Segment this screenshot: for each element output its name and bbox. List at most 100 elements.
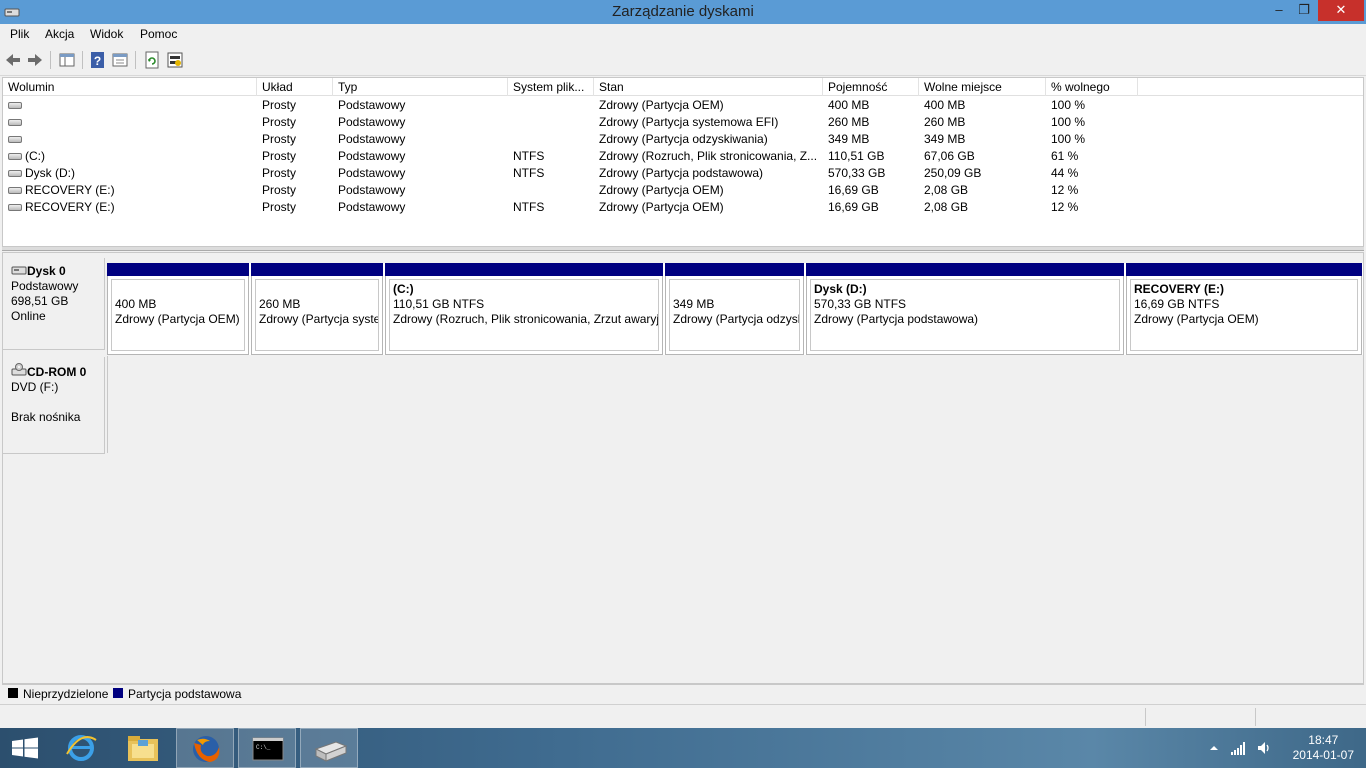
volume-speaker-icon[interactable] [1256,740,1272,756]
taskbar: C:\_ 18:47 2014-01-07 [0,728,1366,768]
internet-explorer-button[interactable] [52,728,110,768]
cell-uklad-text: Prosty [262,149,297,163]
column-header-typ[interactable]: Typ [333,78,508,96]
properties-icon[interactable] [111,51,129,69]
file-explorer-button[interactable] [114,728,172,768]
partition-status: Zdrowy (Partycja odzysk [673,312,800,326]
volume-drive-icon [8,119,22,127]
disk-0-size: 698,51 GB [11,294,69,308]
cell-wolumin: RECOVERY (E:) [3,182,257,199]
cell-stan: Zdrowy (Partycja odzyskiwania) [594,131,823,148]
clock[interactable]: 18:47 2014-01-07 [1293,733,1354,763]
cell-stan-text: Zdrowy (Partycja OEM) [599,98,724,112]
column-header-pojemnosc[interactable]: Pojemność [823,78,919,96]
column-header-uklad[interactable]: Układ [257,78,333,96]
table-row[interactable]: Prosty Podstawowy Zdrowy (Partycja odzyski… [3,131,1363,148]
cell-wolumin [3,131,257,148]
forward-arrow-icon[interactable] [26,51,44,69]
column-header-system-plikow[interactable]: System plik... [508,78,594,96]
partition-recovery-hidden[interactable]: 349 MB Zdrowy (Partycja odzysk [665,263,804,355]
start-icon [12,737,38,759]
minimize-button[interactable]: – [1265,0,1293,21]
table-row[interactable]: Prosty Podstawowy Zdrowy (Partycja OEM) 400… [3,97,1363,114]
network-signal-icon[interactable] [1230,740,1248,756]
cell-pojemnosc: 110,51 GB [823,148,919,165]
show-hidden-icons-icon[interactable] [1209,743,1219,753]
cell-wolne-miejsce: 349 MB [919,131,1046,148]
column-header-wolumin[interactable]: Wolumin [3,78,257,96]
rescan-disks-icon[interactable] [166,51,184,69]
cell-pojemnosc-text: 400 MB [828,98,870,112]
table-row[interactable]: Prosty Podstawowy Zdrowy (Partycja systemo… [3,114,1363,131]
menu-widok[interactable]: Widok [90,27,123,41]
cell-typ-text: Podstawowy [338,98,406,112]
cdrom-0-label[interactable]: CD-ROM 0 DVD (F:) Brak nośnika [3,357,105,454]
column-header-stan[interactable]: Stan [594,78,823,96]
table-row[interactable]: Dysk (D:) Prosty Podstawowy NTFS Zdrowy (Par… [3,165,1363,182]
column-header-wolne-miejsce[interactable]: Wolne miejsce [919,78,1046,96]
firefox-button[interactable] [176,728,234,768]
table-row[interactable]: RECOVERY (E:) Prosty Podstawowy NTFS Zdrowy … [3,199,1363,216]
refresh-icon[interactable] [143,51,161,69]
cell-procent-wolnego: 12 % [1046,182,1138,199]
cell-system-plikow-text: NTFS [513,166,545,180]
disk-0-name: Dysk 0 [27,264,66,278]
cell-system-plikow-text: NTFS [513,149,545,163]
help-icon[interactable]: ? [89,51,107,69]
table-row[interactable]: (C:) Prosty Podstawowy NTFS Zdrowy (Rozruch,… [3,148,1363,165]
cell-stan: Zdrowy (Partycja podstawowa) [594,165,823,182]
back-arrow-icon[interactable] [4,51,22,69]
cell-system-plikow [508,182,594,199]
start-button[interactable] [0,728,58,768]
console-tree-icon[interactable] [58,51,76,69]
cell-typ: Podstawowy [333,199,508,216]
partition-e[interactable]: RECOVERY (E:) 16,69 GB NTFS Zdrowy (Part… [1126,263,1362,355]
menu-plik[interactable]: Plik [10,27,29,41]
disk-management-icon [314,741,348,762]
cell-system-plikow: NTFS [508,199,594,216]
partition-c[interactable]: (C:) 110,51 GB NTFS Zdrowy (Rozruch, Pli… [385,263,663,355]
volume-list: Wolumin Układ Typ System plik... Stan Po… [2,77,1364,247]
title-bar: Zarządzanie dyskami – ❐ ✕ [0,0,1366,24]
cell-typ-text: Podstawowy [338,149,406,163]
table-row[interactable]: RECOVERY (E:) Prosty Podstawowy Zdrowy (Par… [3,182,1363,199]
close-button[interactable]: ✕ [1318,0,1364,21]
volume-list-header: Wolumin Układ Typ System plik... Stan Po… [3,78,1363,96]
cdrom-0-name: CD-ROM 0 [27,365,87,379]
disk-0-partitions: 400 MB Zdrowy (Partycja OEM) 260 MB Zdro… [107,263,1363,355]
partition-efi[interactable]: 260 MB Zdrowy (Partycja syste [251,263,383,355]
cell-stan-text: Zdrowy (Rozruch, Plik stronicowania, Z..… [599,149,818,163]
cell-stan: Zdrowy (Partycja OEM) [594,199,823,216]
pane-splitter[interactable] [2,247,1364,251]
command-prompt-button[interactable]: C:\_ [238,728,296,768]
cell-system-plikow [508,97,594,114]
cell-pojemnosc: 16,69 GB [823,199,919,216]
partition-oem-1[interactable]: 400 MB Zdrowy (Partycja OEM) [107,263,249,355]
svg-text:?: ? [94,54,101,68]
partition-bar [385,263,663,276]
cell-stan: Zdrowy (Rozruch, Plik stronicowania, Z..… [594,148,823,165]
column-header-procent-wolnego[interactable]: % wolnego [1046,78,1138,96]
menu-bar: Plik Akcja Widok Pomoc [0,24,1366,46]
cell-wolumin-text: Dysk (D:) [25,166,75,180]
cell-procent-wolnego-text: 12 % [1051,183,1079,197]
menu-pomoc[interactable]: Pomoc [140,27,177,41]
cell-uklad: Prosty [257,148,333,165]
cell-procent-wolnego: 44 % [1046,165,1138,182]
partition-size: 16,69 GB NTFS [1134,297,1220,311]
cell-pojemnosc: 400 MB [823,97,919,114]
partition-d[interactable]: Dysk (D:) 570,33 GB NTFS Zdrowy (Partycj… [806,263,1124,355]
cell-stan: Zdrowy (Partycja systemowa EFI) [594,114,823,131]
cell-typ: Podstawowy [333,97,508,114]
cell-uklad: Prosty [257,97,333,114]
volume-drive-icon [8,153,22,161]
disk-management-button[interactable] [300,728,358,768]
clock-date: 2014-01-07 [1292,748,1354,762]
menu-akcja[interactable]: Akcja [45,27,74,41]
partition-bar [251,263,383,276]
maximize-button[interactable]: ❐ [1290,0,1318,21]
disk-0-label[interactable]: Dysk 0 Podstawowy 698,51 GB Online [3,258,105,350]
cell-procent-wolnego-text: 100 % [1051,132,1086,146]
cell-typ-text: Podstawowy [338,166,406,180]
volume-drive-icon [8,170,22,178]
